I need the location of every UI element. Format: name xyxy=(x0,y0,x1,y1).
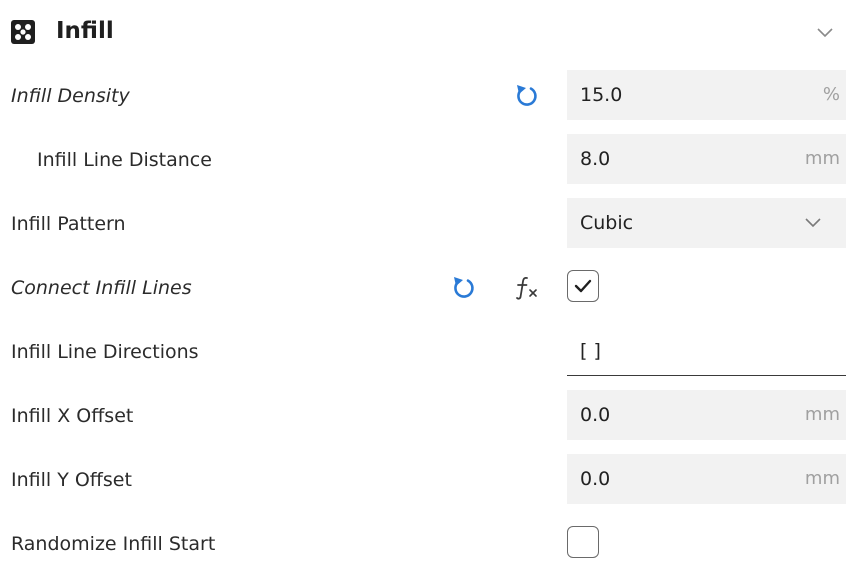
field-value: [ ] xyxy=(580,340,601,362)
setting-label: Connect Infill Lines xyxy=(11,277,192,299)
chevron-down-icon xyxy=(805,218,821,228)
field-unit: mm xyxy=(804,404,840,425)
setting-row-infill-line-distance: Infill Line Distance 8.0 mm xyxy=(0,128,846,192)
connect-infill-lines-checkbox[interactable] xyxy=(567,270,599,302)
field-unit: mm xyxy=(804,148,840,169)
chevron-down-icon[interactable] xyxy=(813,22,837,42)
infill-line-distance-input[interactable]: 8.0 mm xyxy=(567,134,846,184)
infill-x-offset-input[interactable]: 0.0 mm xyxy=(567,390,846,440)
section-title: Infill xyxy=(56,18,114,44)
randomize-infill-start-checkbox[interactable] xyxy=(567,526,599,558)
setting-label: Infill Y Offset xyxy=(11,469,132,491)
setting-label: Infill Line Directions xyxy=(11,341,199,363)
field-value: 8.0 xyxy=(580,148,611,170)
dropdown-selected-value: Cubic xyxy=(580,212,634,234)
setting-row-infill-x-offset: Infill X Offset 0.0 mm xyxy=(0,384,846,448)
setting-row-infill-line-directions: Infill Line Directions [ ] xyxy=(0,320,846,384)
checkmark-icon xyxy=(574,279,592,293)
setting-row-connect-infill-lines: Connect Infill Lines xyxy=(0,256,846,320)
field-value: 0.0 xyxy=(580,404,611,426)
field-unit: % xyxy=(822,84,840,105)
infill-section-header[interactable]: Infill xyxy=(0,0,846,64)
setting-row-infill-y-offset: Infill Y Offset 0.0 mm xyxy=(0,448,846,512)
infill-density-input[interactable]: 15.0 % xyxy=(567,70,846,120)
field-value: 15.0 xyxy=(580,84,623,106)
setting-row-randomize-infill-start: Randomize Infill Start xyxy=(0,512,846,558)
field-unit: mm xyxy=(804,468,840,489)
setting-label: Infill Density xyxy=(11,85,130,107)
formula-fx-icon[interactable] xyxy=(512,272,542,302)
field-value: 0.0 xyxy=(580,468,611,490)
setting-row-infill-pattern: Infill Pattern Cubic xyxy=(0,192,846,256)
infill-pattern-dropdown[interactable]: Cubic xyxy=(567,198,846,248)
setting-label: Randomize Infill Start xyxy=(11,533,216,555)
setting-label: Infill Pattern xyxy=(11,213,126,235)
setting-label: Infill X Offset xyxy=(11,405,134,427)
infill-y-offset-input[interactable]: 0.0 mm xyxy=(567,454,846,504)
setting-label: Infill Line Distance xyxy=(37,149,212,171)
infill-grid-icon xyxy=(11,20,35,44)
reset-icon[interactable] xyxy=(449,274,477,302)
infill-line-directions-input[interactable]: [ ] xyxy=(567,326,846,376)
reset-icon[interactable] xyxy=(512,82,540,110)
setting-row-infill-density: Infill Density 15.0 % xyxy=(0,64,846,128)
